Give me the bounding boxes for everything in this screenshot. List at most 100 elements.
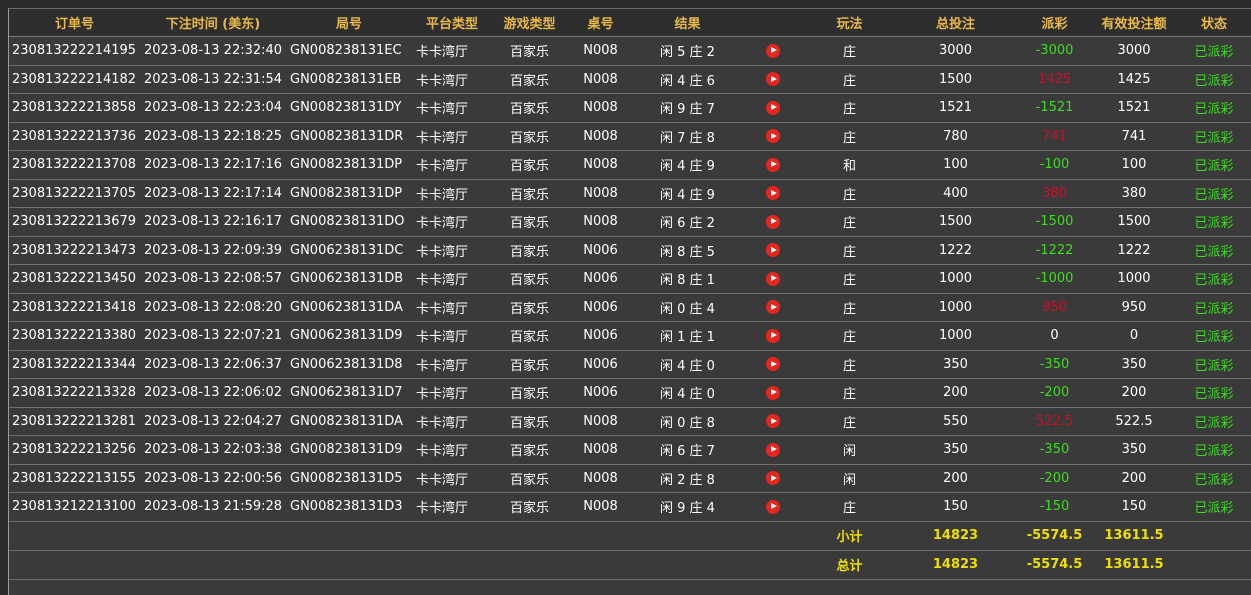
play-video-icon[interactable] [766, 385, 780, 400]
total-bet-cell: 3000 [894, 36, 1017, 66]
play-video-icon[interactable] [766, 72, 780, 87]
table-row: 230813222213380 2023-08-13 22:07:21 GN0062… [9, 321, 1251, 351]
status-cell: 已派彩 [1176, 179, 1251, 208]
platform-cell: 卡卡湾厅 [412, 264, 492, 294]
header-payout: 派彩 [1017, 9, 1092, 37]
bet-time-cell: 2023-08-13 22:06:37 [140, 350, 286, 379]
header-replay [741, 9, 805, 37]
total-bet-cell: 1000 [894, 293, 1017, 322]
order-id-cell: 230813222213281 [9, 407, 140, 436]
play-video-icon[interactable] [766, 43, 780, 58]
payout-cell: -1521 [1017, 93, 1092, 123]
total-bet-cell: 150 [894, 492, 1017, 522]
replay-cell [741, 407, 805, 436]
order-id-cell: 230813222213708 [9, 150, 140, 180]
bet-time-cell: 2023-08-13 22:16:17 [140, 207, 286, 237]
play-video-icon[interactable] [766, 499, 780, 514]
table-row: 230813212213100 2023-08-13 21:59:28 GN0082… [9, 492, 1251, 522]
payout-cell: -200 [1017, 378, 1092, 408]
result-cell: 闲 6 庄 7 [634, 435, 741, 465]
replay-cell [741, 179, 805, 208]
play-video-icon[interactable] [766, 100, 780, 115]
status-cell: 已派彩 [1176, 65, 1251, 94]
result-cell: 闲 2 庄 8 [634, 464, 741, 493]
status-cell: 已派彩 [1176, 122, 1251, 151]
play-type-cell: 闲 [805, 435, 894, 465]
replay-cell [741, 321, 805, 351]
play-type-cell: 庄 [805, 293, 894, 322]
bet-time-cell: 2023-08-13 22:17:14 [140, 179, 286, 208]
replay-cell [741, 93, 805, 123]
round-id-cell: GN006238131DB [286, 264, 412, 294]
table-no-cell: N006 [567, 264, 634, 294]
order-id-cell: 230813222213256 [9, 435, 140, 465]
table-row: 230813222213450 2023-08-13 22:08:57 GN0062… [9, 264, 1251, 294]
play-video-icon[interactable] [766, 129, 780, 144]
order-id-cell: 230813222213679 [9, 207, 140, 237]
status-cell: 已派彩 [1176, 378, 1251, 408]
total-bet-cell: 550 [894, 407, 1017, 436]
payout-cell: 522.5 [1017, 407, 1092, 436]
round-id-cell: GN008238131DP [286, 179, 412, 208]
play-video-icon[interactable] [766, 328, 780, 343]
result-cell: 闲 1 庄 1 [634, 321, 741, 351]
round-id-cell: GN008238131D3 [286, 492, 412, 522]
play-type-cell: 庄 [805, 321, 894, 351]
play-video-icon[interactable] [766, 243, 780, 258]
play-type-cell: 庄 [805, 407, 894, 436]
play-type-cell: 闲 [805, 464, 894, 493]
total-bet-cell: 1500 [894, 65, 1017, 94]
bet-time-cell: 2023-08-13 22:04:27 [140, 407, 286, 436]
round-id-cell: GN006238131DA [286, 293, 412, 322]
result-cell: 闲 4 庄 9 [634, 179, 741, 208]
game-type-cell: 百家乐 [492, 321, 567, 351]
round-id-cell: GN008238131DO [286, 207, 412, 237]
play-type-cell: 庄 [805, 207, 894, 237]
total-bet-cell: 400 [894, 179, 1017, 208]
table-header-row: 订单号 下注时间 (美东) 局号 平台类型 游戏类型 桌号 结果 玩法 总投注 … [9, 9, 1251, 37]
play-video-icon[interactable] [766, 357, 780, 372]
round-id-cell: GN008238131D9 [286, 435, 412, 465]
replay-cell [741, 207, 805, 237]
valid-bet-cell: 150 [1092, 492, 1176, 522]
valid-bet-cell: 1222 [1092, 236, 1176, 265]
play-video-icon[interactable] [766, 442, 780, 457]
play-video-icon[interactable] [766, 414, 780, 429]
bet-time-cell: 2023-08-13 22:08:20 [140, 293, 286, 322]
order-id-cell: 230813222213736 [9, 122, 140, 151]
play-video-icon[interactable] [766, 471, 780, 486]
game-type-cell: 百家乐 [492, 492, 567, 522]
payout-cell: 0 [1017, 321, 1092, 351]
total-label: 总计 [805, 550, 894, 580]
valid-bet-cell: 200 [1092, 464, 1176, 493]
play-type-cell: 庄 [805, 378, 894, 408]
platform-cell: 卡卡湾厅 [412, 378, 492, 408]
play-video-icon[interactable] [766, 271, 780, 286]
result-cell: 闲 5 庄 2 [634, 36, 741, 66]
header-valid-bet: 有效投注额 [1092, 9, 1176, 37]
play-video-icon[interactable] [766, 300, 780, 315]
round-id-cell: GN008238131DA [286, 407, 412, 436]
play-type-cell: 庄 [805, 65, 894, 94]
order-id-cell: 230813222213344 [9, 350, 140, 379]
table-row: 230813222213708 2023-08-13 22:17:16 GN0082… [9, 150, 1251, 180]
game-type-cell: 百家乐 [492, 264, 567, 294]
platform-cell: 卡卡湾厅 [412, 321, 492, 351]
play-video-icon[interactable] [766, 214, 780, 229]
play-type-cell: 和 [805, 150, 894, 180]
platform-cell: 卡卡湾厅 [412, 492, 492, 522]
order-id-cell: 230813222214195 [9, 36, 140, 66]
replay-cell [741, 435, 805, 465]
total-bet-cell: 1521 [894, 93, 1017, 123]
play-video-icon[interactable] [766, 157, 780, 172]
valid-bet-cell: 950 [1092, 293, 1176, 322]
play-video-icon[interactable] [766, 186, 780, 201]
game-type-cell: 百家乐 [492, 122, 567, 151]
bet-time-cell: 2023-08-13 22:03:38 [140, 435, 286, 465]
replay-cell [741, 264, 805, 294]
bet-time-cell: 2023-08-13 22:07:21 [140, 321, 286, 351]
table-row: 230813222214182 2023-08-13 22:31:54 GN0082… [9, 65, 1251, 94]
result-cell: 闲 4 庄 0 [634, 378, 741, 408]
status-cell: 已派彩 [1176, 492, 1251, 522]
platform-cell: 卡卡湾厅 [412, 122, 492, 151]
